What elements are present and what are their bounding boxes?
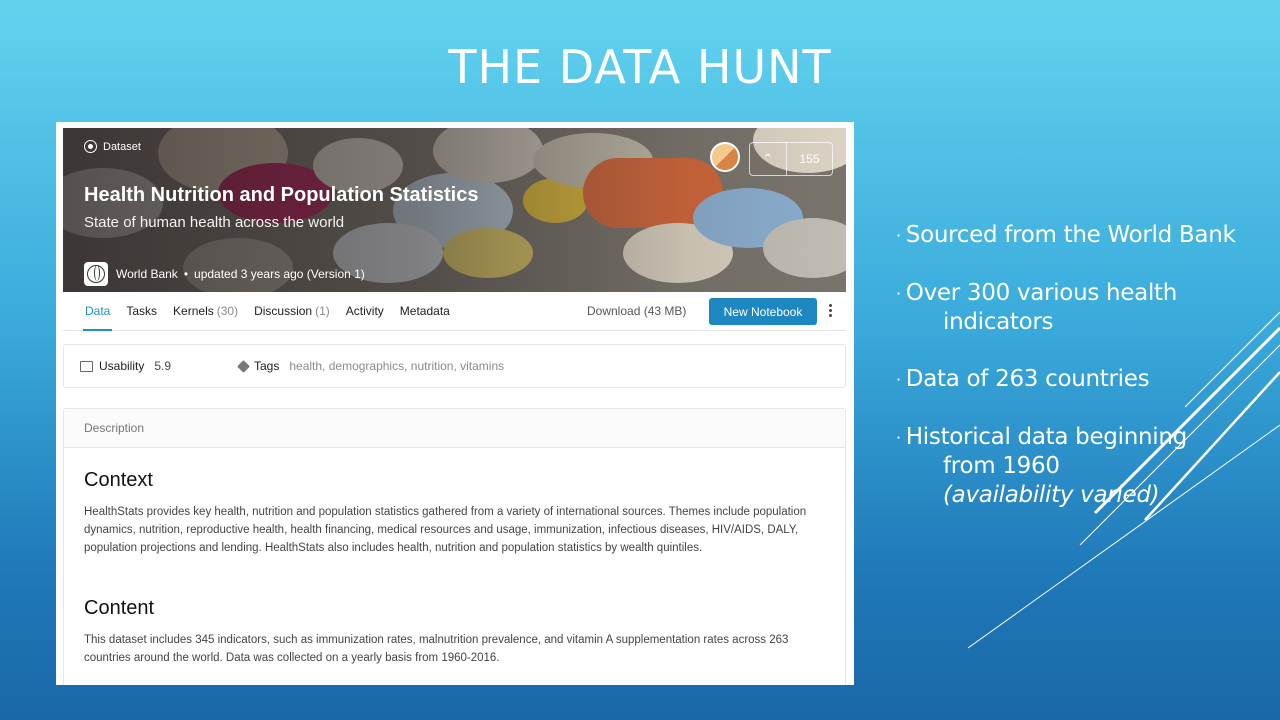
world-bank-logo-icon[interactable] xyxy=(84,262,108,286)
dataset-icon xyxy=(84,140,97,153)
dataset-page: Dataset Health Nutrition and Population … xyxy=(63,128,846,685)
new-notebook-button[interactable]: New Notebook xyxy=(709,298,817,325)
bullet-item: · Historical data beginning xyxy=(896,424,1187,450)
usability-section: Usability 5.9 xyxy=(80,359,171,373)
bullet-continuation: indicators xyxy=(943,309,1054,335)
tab-activity[interactable]: Activity xyxy=(338,292,392,330)
dataset-title: Health Nutrition and Population Statisti… xyxy=(84,184,479,206)
dataset-subtitle: State of human health across the world xyxy=(84,214,345,231)
content-paragraph: This dataset includes 345 indicators, su… xyxy=(84,634,789,664)
vote-count: 155 xyxy=(799,152,820,166)
content-heading: Content xyxy=(84,597,155,619)
dataset-kind-label: Dataset xyxy=(84,140,141,153)
tag-list[interactable]: health, demographics, nutrition, vitamin… xyxy=(289,359,504,373)
description-header: Description xyxy=(64,409,845,448)
bullet-continuation-italic: (availability varied) xyxy=(943,482,1160,508)
tab-kernels[interactable]: Kernels (30) xyxy=(165,292,246,330)
context-heading: Context xyxy=(84,469,153,491)
dataset-banner: Dataset Health Nutrition and Population … xyxy=(63,128,846,292)
upvote-button[interactable]: ⌃ xyxy=(750,143,787,175)
tags-section: Tags health, demographics, nutrition, vi… xyxy=(237,359,504,373)
bullet-item: · Sourced from the World Bank xyxy=(896,222,1236,248)
updated-text: updated 3 years ago (Version 1) xyxy=(194,267,365,281)
usability-value: 5.9 xyxy=(154,359,172,373)
user-avatar[interactable] xyxy=(710,142,740,172)
tab-tasks[interactable]: Tasks xyxy=(118,292,165,330)
download-link[interactable]: Download (43 MB) xyxy=(587,304,686,318)
bullet-item: · Over 300 various health xyxy=(896,280,1178,306)
context-paragraph: HealthStats provides key health, nutriti… xyxy=(84,506,807,554)
bullet-item: · Data of 263 countries xyxy=(896,366,1150,392)
tab-metadata[interactable]: Metadata xyxy=(392,292,458,330)
tab-data[interactable]: Data xyxy=(77,292,118,331)
more-options-icon[interactable] xyxy=(829,304,833,317)
bullet-continuation: from 1960 xyxy=(943,453,1060,479)
chevron-up-icon: ⌃ xyxy=(762,151,774,166)
owner-link[interactable]: World Bank xyxy=(116,267,178,281)
kernels-count: (30) xyxy=(216,304,239,318)
usability-icon xyxy=(80,360,93,372)
owner-row: World Bank • updated 3 years ago (Versio… xyxy=(84,262,365,286)
upvote-widget: ⌃ 155 xyxy=(749,142,833,176)
screenshot-frame: Dataset Health Nutrition and Population … xyxy=(56,122,854,685)
dataset-info-box: Usability 5.9 Tags health, demographics,… xyxy=(63,344,846,388)
slide-title: THE DATA HUNT xyxy=(448,40,832,94)
description-panel: Description Context HealthStats provides… xyxy=(63,408,846,685)
usability-label: Usability xyxy=(99,359,145,373)
discussion-count: (1) xyxy=(315,304,330,318)
tab-discussion[interactable]: Discussion (1) xyxy=(246,292,338,330)
separator-dot: • xyxy=(183,267,189,281)
tags-label: Tags xyxy=(254,359,280,373)
tag-icon xyxy=(237,359,250,373)
